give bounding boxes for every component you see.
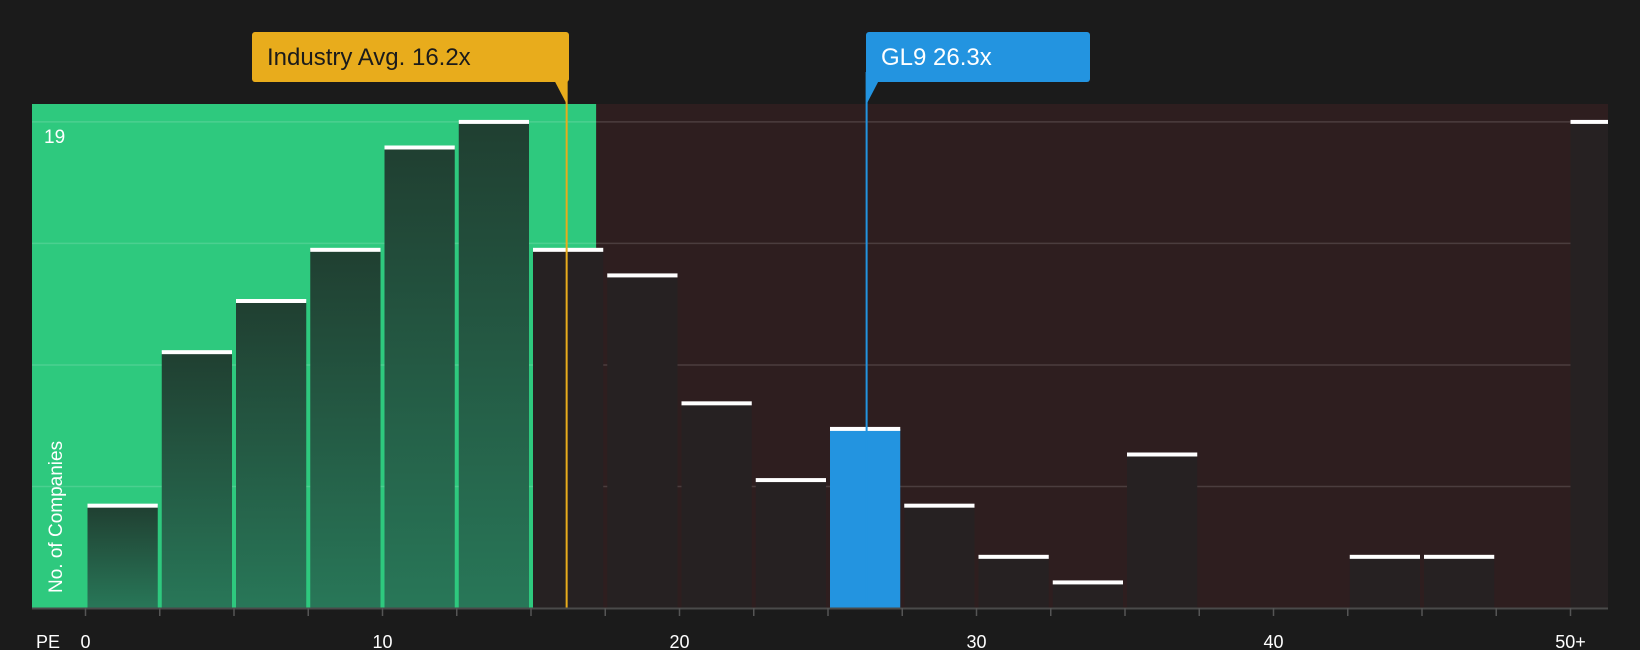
x-tick-label: 40 <box>1263 632 1283 650</box>
company-bar <box>830 428 901 608</box>
bar-cap <box>1424 554 1495 559</box>
bar-cap <box>87 503 158 508</box>
bar-cap <box>904 503 975 508</box>
histogram-bar <box>458 121 529 608</box>
histogram-bar <box>310 249 381 609</box>
y-axis-title: No. of Companies <box>46 441 67 593</box>
histogram-bar <box>384 147 455 609</box>
y-max-label: 19 <box>44 127 65 148</box>
bar-cap <box>830 426 901 431</box>
x-tick-label: 50+ <box>1555 632 1586 650</box>
bar-cap <box>1052 580 1123 585</box>
bar-cap <box>607 273 678 278</box>
histogram-bar <box>755 480 826 608</box>
bar-cap <box>458 119 529 124</box>
histogram-bar <box>87 505 158 608</box>
bar-cap <box>161 350 232 355</box>
x-tick-label: 10 <box>372 632 392 650</box>
x-tick-label: 0 <box>80 632 90 650</box>
industry-average-label: Industry Avg. 16.2x <box>267 44 471 71</box>
company-label: GL9 26.3x <box>881 44 992 71</box>
bar-cap <box>978 554 1049 559</box>
histogram-bar <box>1349 556 1420 608</box>
histogram-bar <box>1570 121 1608 608</box>
bar-cap <box>533 247 604 252</box>
histogram-bar <box>978 556 1049 608</box>
bar-cap <box>755 478 826 483</box>
histogram-bar <box>607 275 678 608</box>
x-tick-label: 30 <box>966 632 986 650</box>
histogram-bar <box>161 352 232 608</box>
histogram-bar <box>236 300 307 608</box>
histogram-bar <box>904 505 975 608</box>
histogram-bar <box>1424 556 1495 608</box>
bar-cap <box>310 247 381 252</box>
bar-cap <box>384 145 455 150</box>
bar-cap <box>236 298 307 303</box>
histogram-bar <box>533 249 604 609</box>
bar-cap <box>681 401 752 406</box>
histogram-bar <box>1052 582 1123 608</box>
bar-cap <box>1570 119 1608 124</box>
x-tick-label: 20 <box>669 632 689 650</box>
bar-cap <box>1127 452 1198 457</box>
bar-cap <box>1349 554 1420 559</box>
histogram-bar <box>681 403 752 608</box>
pe-distribution-chart: Industry Avg. 16.2x GL9 26.3x 0 10 20 30 40 50… <box>0 0 1640 650</box>
x-axis-title: PE <box>36 632 60 650</box>
histogram-bar <box>1127 454 1198 608</box>
